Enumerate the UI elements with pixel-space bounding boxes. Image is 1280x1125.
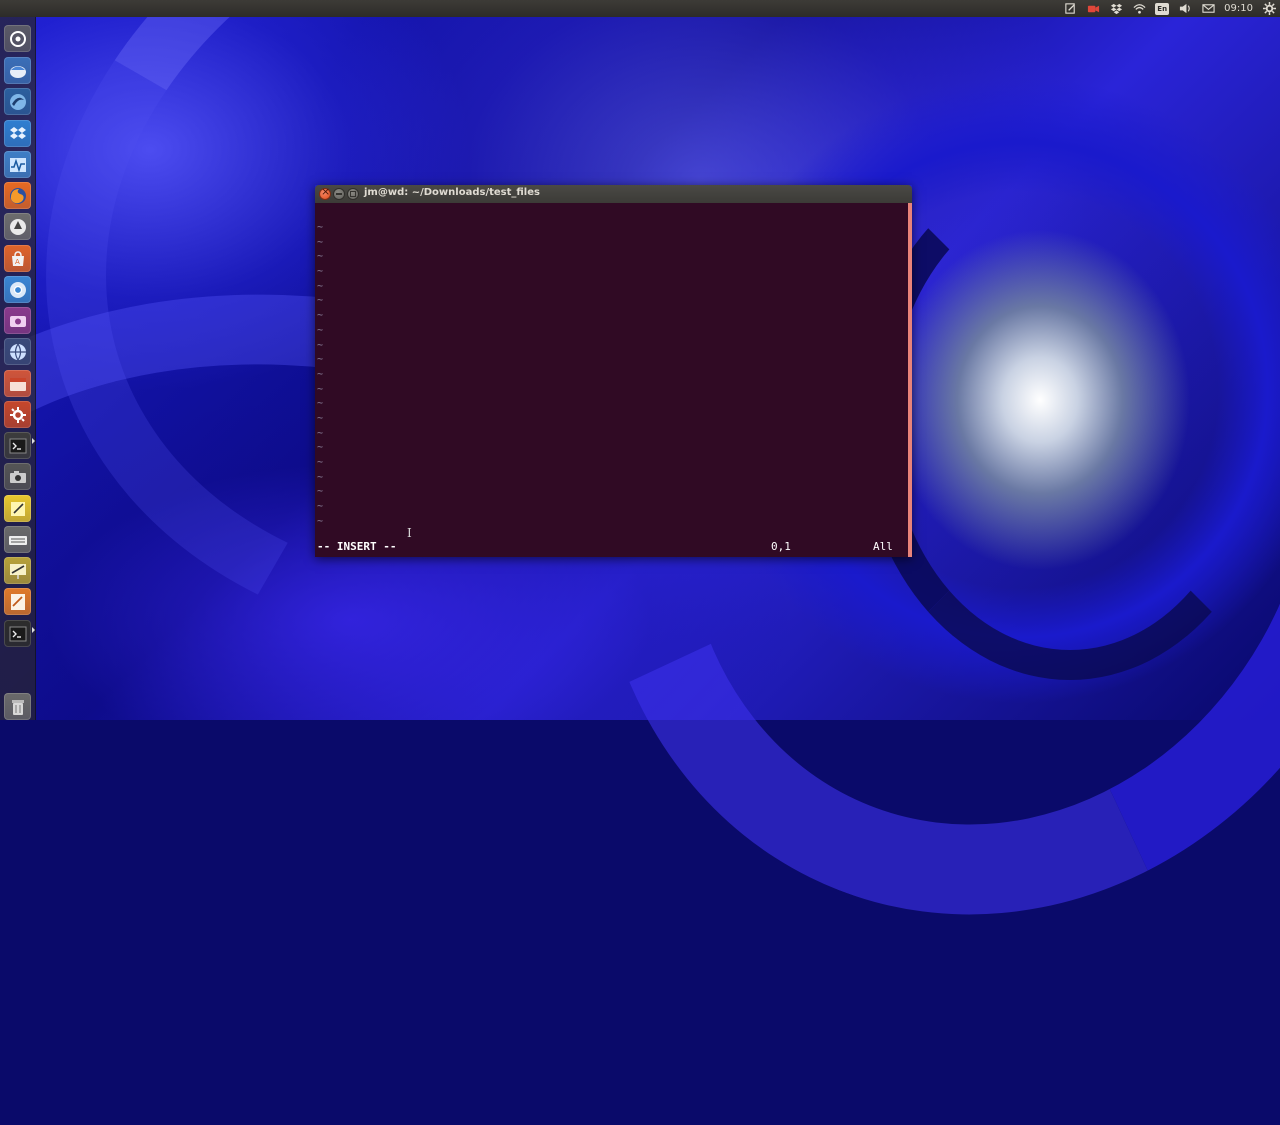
- tilde-line: ~: [317, 383, 324, 395]
- tilde-line: ~: [317, 457, 324, 468]
- launcher-item-media-player[interactable]: [4, 307, 31, 334]
- tilde-line: ~: [317, 266, 324, 278]
- svg-text:A: A: [15, 258, 20, 266]
- launcher-item-terminal-2[interactable]: [4, 620, 31, 647]
- camera-icon[interactable]: [1086, 2, 1100, 16]
- launcher-item-dropbox[interactable]: [4, 120, 31, 147]
- settings-icon: [9, 406, 26, 423]
- terminal-icon: [9, 438, 26, 453]
- launcher-item-keyboard[interactable]: [4, 526, 31, 553]
- clock[interactable]: 09:10: [1224, 3, 1253, 14]
- launcher-item-software-updater[interactable]: [4, 213, 31, 240]
- thunderbird-icon: [9, 65, 26, 78]
- launcher-item-web-browser-globe[interactable]: [4, 338, 31, 365]
- media-player-icon: [9, 315, 26, 327]
- running-indicator-icon: [32, 438, 35, 444]
- vim-mode-indicator: -- INSERT --: [317, 540, 397, 553]
- launcher-item-terminal[interactable]: [4, 432, 31, 459]
- launcher-item-camera-app[interactable]: [4, 463, 31, 490]
- wallpaper-swirl: [860, 160, 1280, 680]
- tilde-line: ~: [317, 368, 324, 380]
- tilde-line: ~: [317, 427, 324, 439]
- file-manager-icon: [9, 377, 26, 391]
- launcher-item-browser-swirl[interactable]: [4, 88, 31, 115]
- launcher-item-thunderbird[interactable]: [4, 57, 31, 84]
- camera-icon: [9, 470, 26, 483]
- tilde-line: ~: [317, 339, 324, 351]
- tilde-line: ~: [317, 398, 324, 410]
- keyboard-language-icon[interactable]: En: [1155, 2, 1170, 15]
- cursor-position: 0,1: [771, 540, 791, 553]
- maximize-icon[interactable]: [348, 189, 358, 199]
- tilde-line: ~: [317, 324, 324, 336]
- launcher-item-system-monitor[interactable]: [4, 151, 31, 178]
- launcher-item-system-settings[interactable]: [4, 401, 31, 428]
- dropbox-icon[interactable]: [1109, 2, 1123, 16]
- launcher: A: [0, 17, 36, 720]
- minimize-icon[interactable]: [334, 189, 344, 199]
- empty-line-markers: ~ ~ ~ ~ ~ ~ ~ ~ ~ ~ ~ ~ ~ ~ ~ ~ ~ ~ ~ ~ ~: [317, 221, 323, 529]
- tilde-line: ~: [317, 354, 324, 366]
- launcher-item-firefox[interactable]: [4, 182, 31, 209]
- mail-icon[interactable]: [1201, 2, 1215, 16]
- launcher-item-file-manager[interactable]: [4, 370, 31, 397]
- tilde-line: ~: [317, 251, 324, 263]
- dropbox-icon: [9, 126, 26, 139]
- firefox-icon: [9, 187, 26, 204]
- scroll-position: All: [873, 540, 893, 553]
- vim-status-line: -- INSERT -- 0,1 All: [317, 540, 905, 554]
- top-panel: En 09:10: [0, 0, 1280, 17]
- wifi-icon[interactable]: [1132, 2, 1146, 16]
- tilde-line: ~: [317, 501, 324, 513]
- running-indicator-icon: [32, 627, 35, 633]
- window-title: jm@wd: ~/Downloads/test_files: [364, 187, 540, 198]
- tilde-line: ~: [317, 412, 324, 424]
- launcher-item-notes[interactable]: [4, 495, 31, 522]
- tilde-line: ~: [317, 471, 324, 483]
- terminal-icon: [9, 626, 26, 641]
- tilde-line: ~: [317, 486, 324, 498]
- system-monitor-icon: [9, 157, 26, 172]
- notes-icon[interactable]: [1063, 2, 1077, 16]
- vim-editor-area[interactable]: ~ ~ ~ ~ ~ ~ ~ ~ ~ ~ ~ ~ ~ ~ ~ ~ ~ ~ ~ ~ ~ I -- INSERT -- 0,1…: [315, 203, 912, 557]
- launcher-item-software-center[interactable]: A: [4, 245, 31, 272]
- text-cursor-icon: I: [407, 526, 412, 540]
- presentation-icon: [9, 563, 26, 579]
- ubuntu-logo-icon: [9, 30, 26, 47]
- globe-icon: [9, 343, 26, 361]
- tilde-line: ~: [317, 442, 324, 454]
- swirl-icon: [9, 93, 26, 110]
- indicator-area: En 09:10: [1063, 0, 1276, 17]
- keyboard-icon: [8, 535, 27, 545]
- tilde-line: ~: [317, 222, 324, 233]
- close-icon[interactable]: [320, 185, 330, 199]
- session-gear-icon[interactable]: [1262, 2, 1276, 16]
- window-titlebar[interactable]: jm@wd: ~/Downloads/test_files: [315, 185, 912, 203]
- launcher-item-trash[interactable]: [4, 693, 31, 720]
- updater-icon: [9, 218, 26, 235]
- tilde-line: ~: [317, 236, 324, 248]
- launcher-item-text-editor[interactable]: [4, 588, 31, 615]
- terminal-window[interactable]: jm@wd: ~/Downloads/test_files ~~~~~~~~~~…: [315, 185, 912, 557]
- text-editor-icon: [10, 593, 25, 610]
- tilde-line: ~: [317, 280, 324, 292]
- volume-icon[interactable]: [1178, 2, 1192, 16]
- trash-icon: [11, 699, 24, 715]
- tilde-line: ~: [317, 310, 324, 322]
- launcher-item-dash-home[interactable]: [4, 25, 31, 52]
- tilde-line: ~: [317, 515, 324, 527]
- launcher-item-presentation[interactable]: [4, 557, 31, 584]
- launcher-item-chromium[interactable]: [4, 276, 31, 303]
- tilde-line: ~: [317, 295, 324, 307]
- software-center-icon: A: [11, 250, 24, 266]
- chromium-icon: [9, 281, 26, 298]
- notes-icon: [10, 501, 25, 516]
